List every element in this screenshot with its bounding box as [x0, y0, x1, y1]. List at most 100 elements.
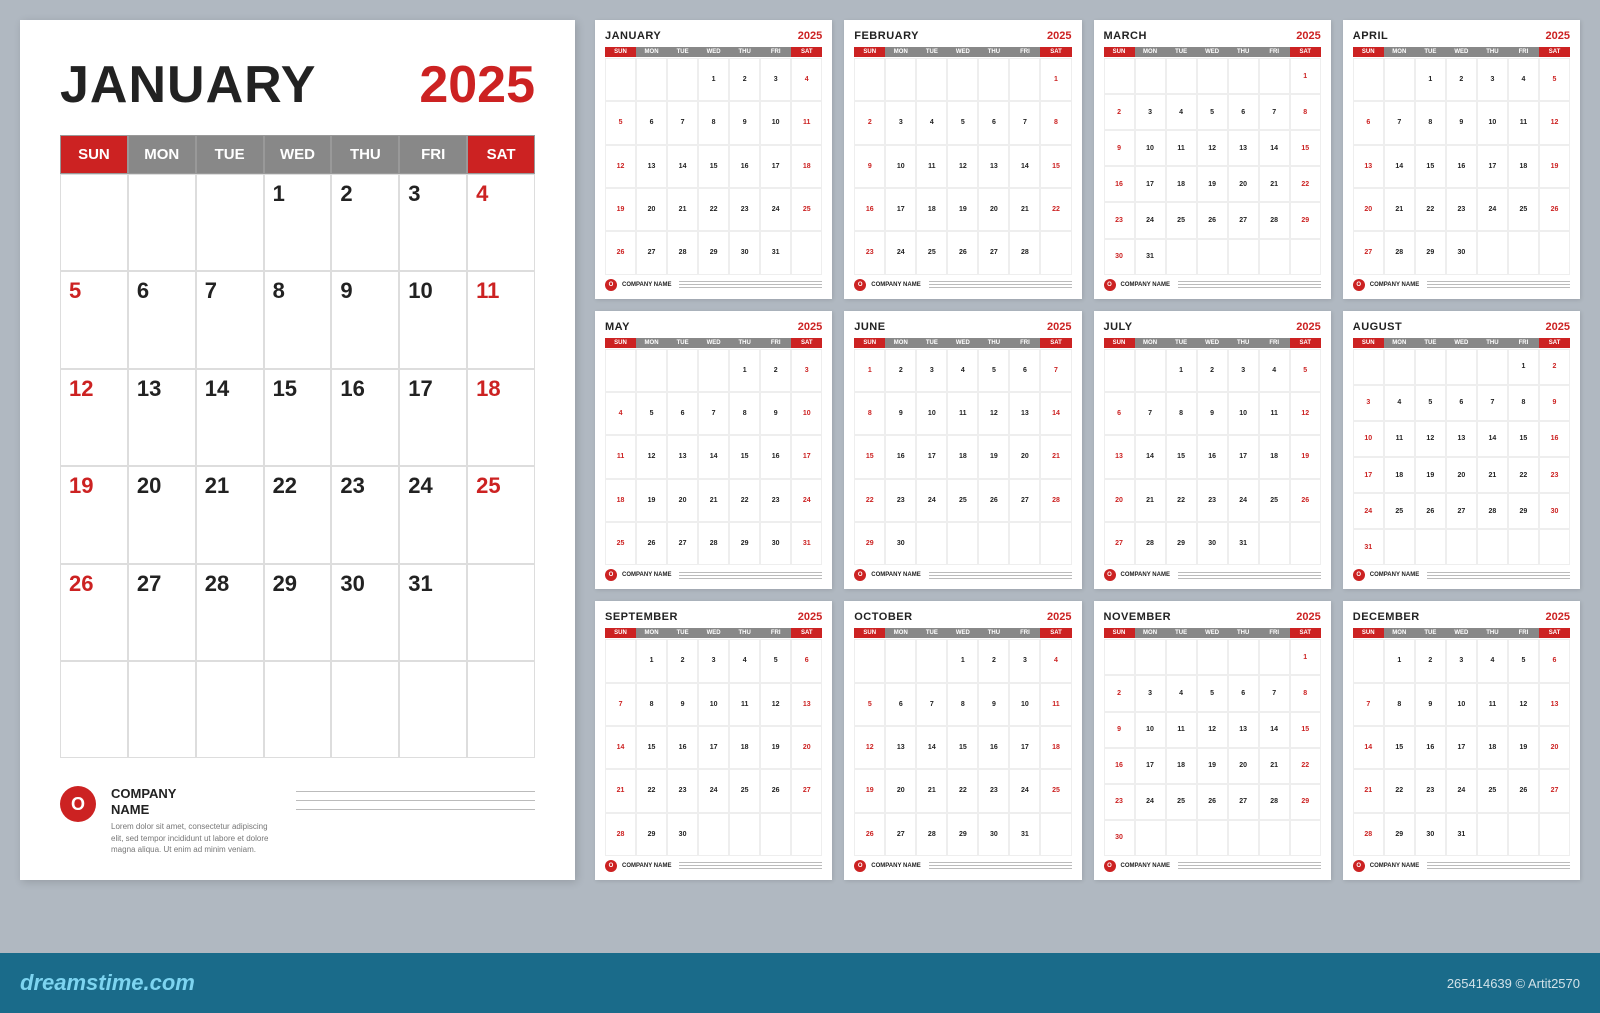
small-cell: 2: [1197, 349, 1228, 392]
small-cell: 5: [978, 349, 1009, 392]
small-company-name: COMPANY NAME: [871, 572, 920, 578]
small-year: 2025: [1296, 321, 1320, 333]
small-cell: 18: [605, 479, 636, 522]
small-day-name: FRI: [1508, 338, 1539, 348]
small-cell: 31: [1009, 813, 1040, 856]
small-cell: 9: [667, 683, 698, 726]
small-cell: 18: [947, 435, 978, 478]
small-cell: [636, 349, 667, 392]
small-cell: 22: [698, 188, 729, 231]
small-day-name: TUE: [916, 47, 947, 57]
small-cell: [1539, 813, 1570, 856]
small-company-logo: O: [605, 279, 617, 291]
small-footer-lines: [679, 572, 822, 579]
small-day-name: FRI: [1259, 628, 1290, 638]
large-footer: O COMPANYNAME Lorem dolor sit amet, cons…: [60, 776, 535, 855]
small-cell: 23: [978, 769, 1009, 812]
small-calendar-november: NOVEMBER2025SUNMONTUEWEDTHUFRISAT1234567…: [1094, 601, 1331, 880]
small-day-name: WED: [1197, 47, 1228, 57]
small-day-name: WED: [698, 338, 729, 348]
small-footer-line: [679, 868, 822, 869]
small-cell: 28: [1009, 231, 1040, 274]
small-footer-line: [929, 865, 1072, 866]
small-cell: 9: [1539, 385, 1570, 421]
small-cell: [1353, 58, 1384, 101]
small-cell: 10: [1135, 130, 1166, 166]
small-cell: 16: [729, 145, 760, 188]
small-cell: 6: [636, 101, 667, 144]
small-cell: 15: [1290, 712, 1321, 748]
small-day-name: MON: [1135, 47, 1166, 57]
small-cell: [760, 813, 791, 856]
small-cell: 9: [1104, 130, 1135, 166]
small-cell: 20: [1009, 435, 1040, 478]
small-cell: 1: [1166, 349, 1197, 392]
small-calendar-december: DECEMBER2025SUNMONTUEWEDTHUFRISAT1234567…: [1343, 601, 1580, 880]
large-cell: [60, 661, 128, 758]
small-cell: 5: [1290, 349, 1321, 392]
small-cell: 1: [1290, 58, 1321, 94]
small-cell: 22: [1040, 188, 1071, 231]
small-cell: 16: [1197, 435, 1228, 478]
small-cell: 20: [1446, 457, 1477, 493]
small-cell: 10: [1446, 683, 1477, 726]
small-cell: 29: [1384, 813, 1415, 856]
small-cell: [1104, 58, 1135, 94]
small-cell: [885, 58, 916, 101]
small-cell: 17: [1135, 166, 1166, 202]
small-cell: 6: [1446, 385, 1477, 421]
small-cell: 24: [1135, 202, 1166, 238]
small-footer: OCOMPANY NAME: [1104, 860, 1321, 872]
small-cell: 15: [1508, 421, 1539, 457]
small-day-name: MON: [1384, 338, 1415, 348]
small-day-name: THU: [1477, 338, 1508, 348]
small-cell: 24: [885, 231, 916, 274]
small-cell: 20: [1353, 188, 1384, 231]
large-cell: [264, 661, 332, 758]
small-cell: 30: [1446, 231, 1477, 274]
small-footer: OCOMPANY NAME: [605, 569, 822, 581]
small-calendar-grid: 1234567891011121314151617181920212223242…: [605, 639, 822, 856]
small-cell: [698, 813, 729, 856]
small-cell: 14: [1259, 712, 1290, 748]
small-cell: [1259, 58, 1290, 94]
small-cell: 22: [1290, 166, 1321, 202]
small-cell: 8: [1040, 101, 1071, 144]
small-cell: [1135, 639, 1166, 675]
day-header-thu: THU: [331, 135, 399, 174]
small-cell: 20: [1539, 726, 1570, 769]
small-cell: 3: [791, 349, 822, 392]
small-calendar-august: AUGUST2025SUNMONTUEWEDTHUFRISAT123456789…: [1343, 311, 1580, 590]
small-cell: 14: [605, 726, 636, 769]
small-footer: OCOMPANY NAME: [605, 279, 822, 291]
small-cal-header: OCTOBER2025: [854, 611, 1071, 623]
small-cell: 15: [729, 435, 760, 478]
small-cell: 20: [1104, 479, 1135, 522]
small-days-header: SUNMONTUEWEDTHUFRISAT: [1353, 47, 1570, 57]
large-cell: 13: [128, 369, 196, 466]
small-cell: 30: [729, 231, 760, 274]
small-day-name: MON: [885, 338, 916, 348]
small-company-logo: O: [854, 279, 866, 291]
day-header-tue: TUE: [196, 135, 264, 174]
small-day-name: FRI: [760, 628, 791, 638]
small-cell: 5: [1539, 58, 1570, 101]
small-cell: 17: [885, 188, 916, 231]
dreamstime-bar: dreamstime.com 265414639 © Artit2570: [0, 953, 1600, 1013]
small-calendar-grid: 1234567891011121314151617181920212223242…: [1353, 349, 1570, 566]
small-cell: 7: [1384, 101, 1415, 144]
small-days-header: SUNMONTUEWEDTHUFRISAT: [854, 338, 1071, 348]
company-desc: Lorem dolor sit amet, consectetur adipis…: [111, 821, 271, 855]
small-cell: 15: [636, 726, 667, 769]
small-cal-header: JANUARY2025: [605, 30, 822, 42]
small-cell: 24: [1009, 769, 1040, 812]
small-cell: 26: [1197, 784, 1228, 820]
small-day-name: MON: [885, 628, 916, 638]
small-cell: 23: [1446, 188, 1477, 231]
small-day-name: THU: [1228, 628, 1259, 638]
small-cell: 7: [605, 683, 636, 726]
large-year: 2025: [419, 55, 535, 115]
small-day-name: SAT: [1290, 338, 1321, 348]
small-cell: 29: [1508, 493, 1539, 529]
small-cell: 6: [1228, 675, 1259, 711]
